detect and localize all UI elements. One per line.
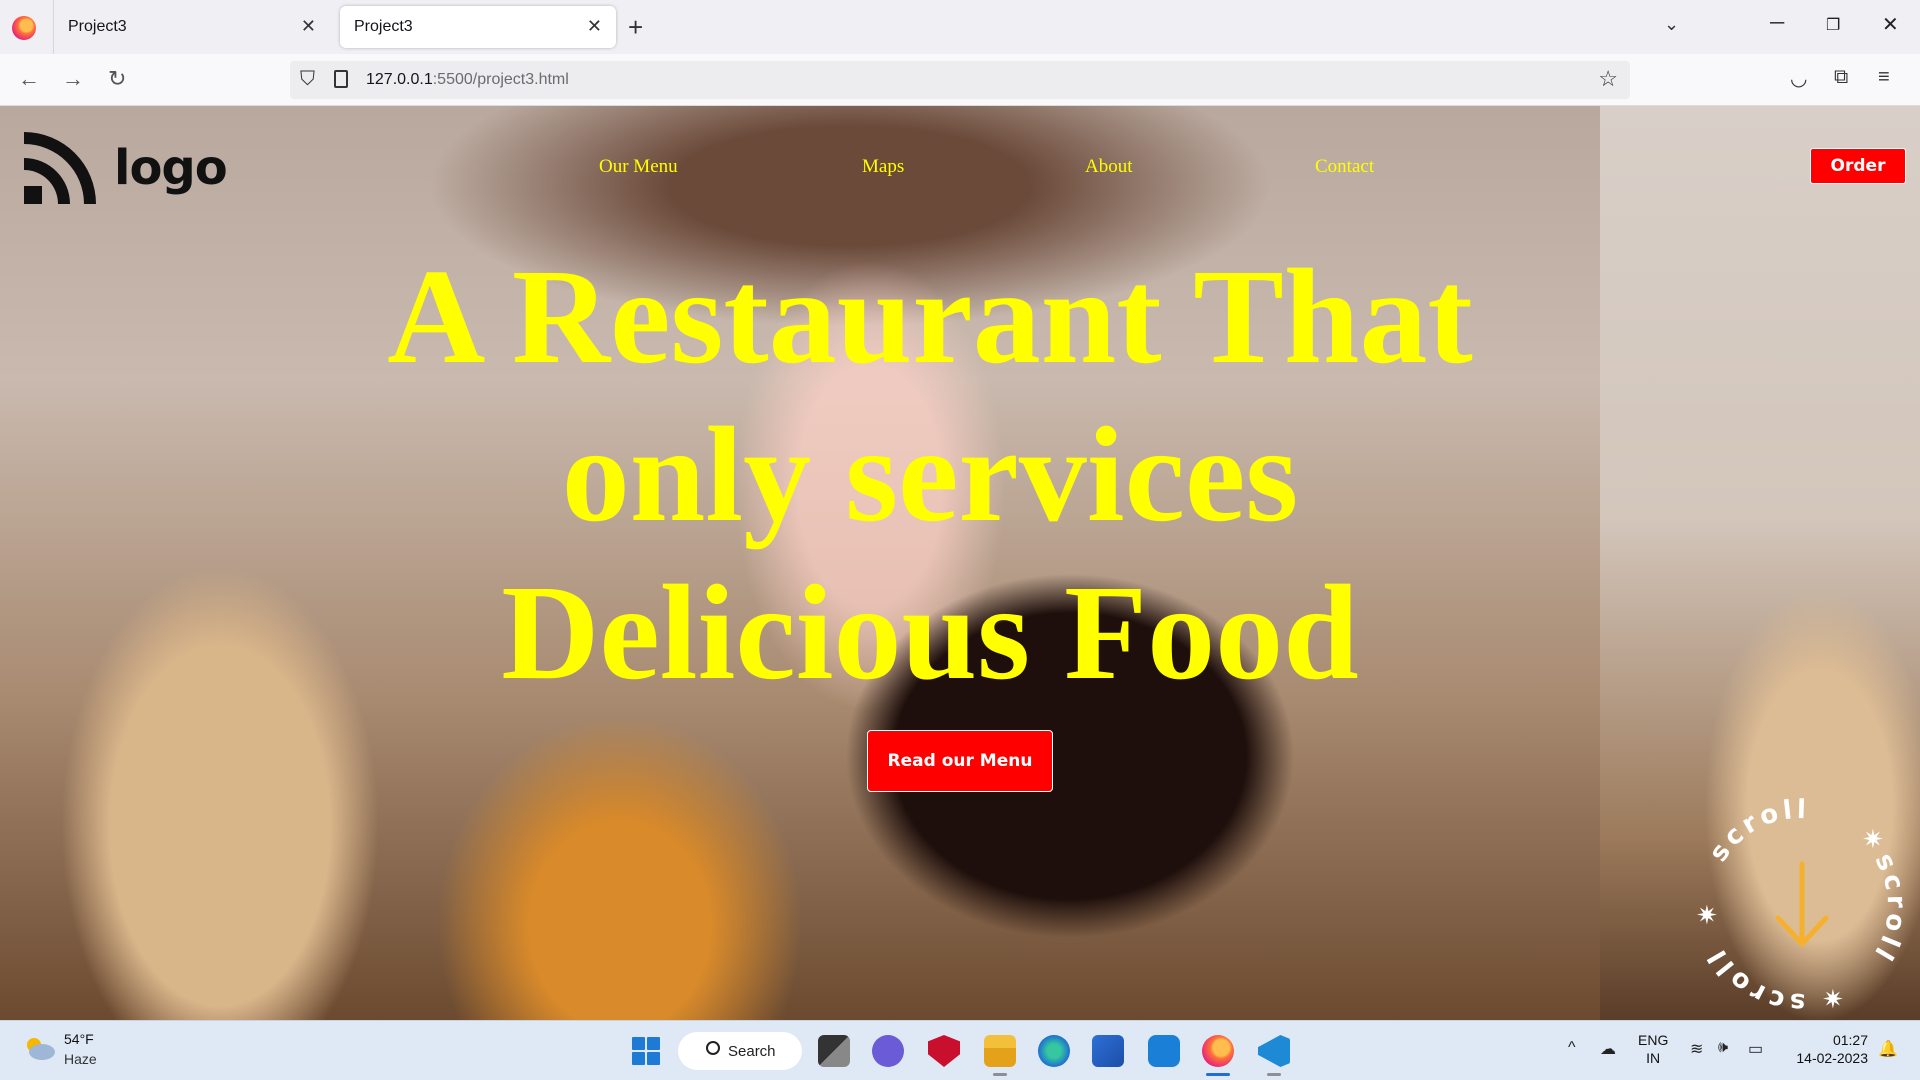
nav-link-our-menu[interactable]: Our Menu [599, 156, 678, 178]
onedrive-cloud-icon[interactable]: ☁ [1600, 1039, 1616, 1059]
read-menu-button[interactable]: Read our Menu [867, 730, 1053, 792]
tracking-shield-icon[interactable]: ⛉ [300, 68, 315, 91]
search-icon [706, 1041, 720, 1055]
close-tab-icon[interactable]: ✕ [587, 16, 602, 37]
scroll-text-3: scroll [1701, 941, 1806, 1016]
app-icon[interactable] [1148, 1035, 1180, 1067]
weather-haze-icon[interactable] [22, 1035, 56, 1063]
scroll-text-2: scroll [1866, 849, 1910, 969]
teams-chat-icon[interactable] [872, 1035, 904, 1067]
tab-title: Project3 [354, 18, 413, 35]
url-text[interactable]: 127.0.0.1:5500/project3.html [366, 71, 569, 89]
hero-section: logo Our Menu Maps About Contact Order A… [0, 106, 1920, 1020]
extensions-icon[interactable]: ⧉ [1834, 66, 1848, 89]
scroll-text-1: scroll [1704, 796, 1811, 867]
active-indicator [1206, 1073, 1230, 1076]
headline-line-3: Delicious Food [501, 558, 1359, 708]
logo-mark-icon [24, 132, 96, 204]
order-button[interactable]: Order [1810, 148, 1906, 184]
weather-description[interactable]: Haze [64, 1051, 97, 1067]
clock[interactable]: 01:27 14-02-2023 [1788, 1031, 1868, 1067]
svg-text:scroll: scroll [1704, 796, 1811, 867]
volume-icon[interactable]: 🕪 [1718, 1039, 1728, 1057]
navigation-toolbar: ← → ↻ ⛉ 127.0.0.1:5500/project3.html ☆ ◡… [0, 54, 1920, 106]
page-info-icon[interactable] [334, 70, 348, 88]
wifi-icon[interactable]: ≋ [1690, 1039, 1703, 1059]
nav-link-maps[interactable]: Maps [862, 156, 904, 178]
back-icon[interactable]: ← [18, 66, 40, 92]
pocket-icon[interactable]: ◡ [1790, 66, 1807, 91]
reload-icon[interactable]: ↻ [108, 66, 126, 92]
weather-temperature[interactable]: 54°F [64, 1031, 94, 1047]
taskbar-search[interactable]: Search [678, 1032, 802, 1070]
tab-project3-active[interactable]: Project3 ✕ [340, 6, 616, 48]
minimize-icon[interactable]: ─ [1770, 12, 1784, 35]
svg-text:scroll: scroll [1701, 941, 1806, 1016]
nav-link-about[interactable]: About [1085, 156, 1133, 178]
show-hidden-icons-chevron-icon[interactable]: ^ [1568, 1039, 1576, 1057]
hero-headline: A Restaurant That only services Deliciou… [330, 238, 1530, 712]
notifications-bell-icon[interactable]: 🔔 [1878, 1039, 1898, 1059]
vscode-icon[interactable] [1258, 1035, 1290, 1067]
tab-title: Project3 [68, 18, 127, 35]
microsoft-store-icon[interactable] [1092, 1035, 1124, 1067]
file-explorer-icon[interactable] [984, 1035, 1016, 1067]
running-indicator [1267, 1073, 1281, 1076]
menu-hamburger-icon[interactable]: ≡ [1878, 66, 1890, 89]
bookmark-star-icon[interactable]: ☆ [1598, 66, 1618, 92]
task-view-icon[interactable] [818, 1035, 850, 1067]
running-indicator [993, 1073, 1007, 1076]
firefox-icon[interactable] [12, 16, 36, 40]
close-window-icon[interactable]: ✕ [1882, 12, 1899, 37]
nav-link-contact[interactable]: Contact [1315, 156, 1374, 178]
new-tab-icon[interactable]: + [628, 12, 643, 43]
edge-icon[interactable] [1038, 1035, 1070, 1067]
search-label: Search [728, 1042, 776, 1060]
headline-line-1: A Restaurant That [387, 242, 1473, 392]
tab-strip: Project3 ✕ Project3 ✕ + ⌄ ─ ❐ ✕ [0, 0, 1920, 54]
star-icon: ✷ [1822, 984, 1844, 1014]
battery-icon[interactable]: ▭ [1748, 1039, 1763, 1059]
language-indicator[interactable]: ENG IN [1638, 1031, 1668, 1067]
restore-icon[interactable]: ❐ [1826, 15, 1840, 35]
tab-project3-first[interactable]: Project3 ✕ [54, 6, 330, 48]
svg-text:scroll: scroll [1866, 849, 1910, 969]
close-tab-icon[interactable]: ✕ [301, 16, 316, 37]
star-icon: ✷ [1696, 900, 1718, 930]
url-bar[interactable]: ⛉ 127.0.0.1:5500/project3.html ☆ [290, 61, 1630, 99]
star-icon: ✷ [1862, 824, 1884, 854]
start-windows-icon[interactable] [632, 1037, 660, 1065]
scroll-badge[interactable]: scroll scroll scroll ✷ ✷ ✷ [1690, 796, 1910, 1016]
taskbar: 54°F Haze Search ^ ☁ ENG IN ≋ 🕪 ▭ 01:27 … [0, 1020, 1920, 1080]
logo-text: logo [114, 140, 228, 196]
headline-line-2: only services [561, 400, 1299, 550]
firefox-taskbar-icon[interactable] [1202, 1035, 1234, 1067]
mcafee-icon[interactable] [928, 1035, 960, 1067]
site-logo[interactable]: logo [24, 132, 228, 204]
arrow-down-icon [1775, 861, 1829, 948]
list-tabs-chevron-icon[interactable]: ⌄ [1664, 14, 1679, 35]
forward-icon[interactable]: → [62, 66, 84, 92]
